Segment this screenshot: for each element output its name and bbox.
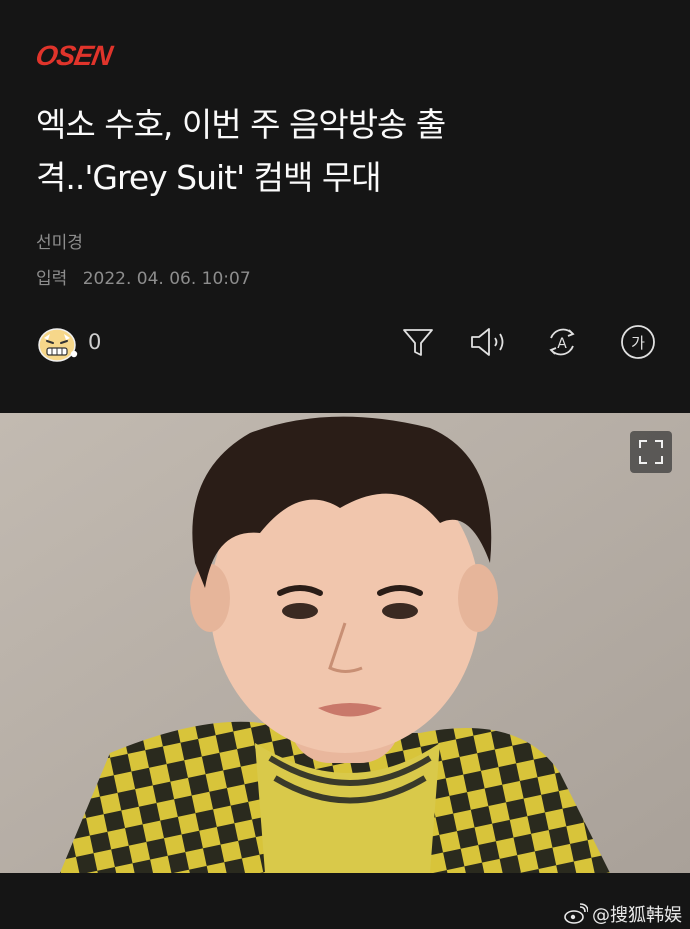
- font-size-icon[interactable]: 가: [618, 322, 658, 362]
- font-size-icon-letter: 가: [631, 334, 645, 352]
- article-toolbar: 0 A 가: [0, 316, 690, 372]
- osen-logo[interactable]: OSEN: [33, 40, 114, 72]
- footer-bar: @搜狐韩娱: [0, 873, 690, 929]
- fullscreen-icon[interactable]: [630, 431, 672, 473]
- date-value: 2022. 04. 06. 10:07: [82, 269, 251, 289]
- translate-icon[interactable]: A: [542, 322, 582, 362]
- date-label: 입력: [36, 269, 68, 289]
- reaction-count: 0: [88, 330, 102, 354]
- reaction-emoji-icon[interactable]: [36, 324, 80, 364]
- translate-icon-letter: A: [557, 336, 567, 352]
- weibo-icon: [564, 903, 588, 924]
- filter-icon[interactable]: [398, 322, 438, 362]
- article-title-line-1: 엑소 수호, 이번 주 음악방송 출: [36, 105, 446, 144]
- article-photo[interactable]: [0, 413, 690, 873]
- watermark-text: @搜狐韩娱: [592, 905, 682, 926]
- weibo-watermark: @搜狐韩娱: [564, 901, 682, 927]
- speaker-icon[interactable]: [468, 322, 508, 362]
- article-header: OSEN 엑소 수호, 이번 주 음악방송 출 격..'Grey Suit' 컴…: [0, 0, 690, 413]
- article-title: 엑소 수호, 이번 주 음악방송 출 격..'Grey Suit' 컴백 무대: [36, 98, 636, 204]
- article-title-line-2: 격..'Grey Suit' 컴백 무대: [36, 158, 382, 197]
- published-date: 입력 2022. 04. 06. 10:07: [36, 264, 251, 289]
- author-name[interactable]: 선미경: [36, 228, 83, 253]
